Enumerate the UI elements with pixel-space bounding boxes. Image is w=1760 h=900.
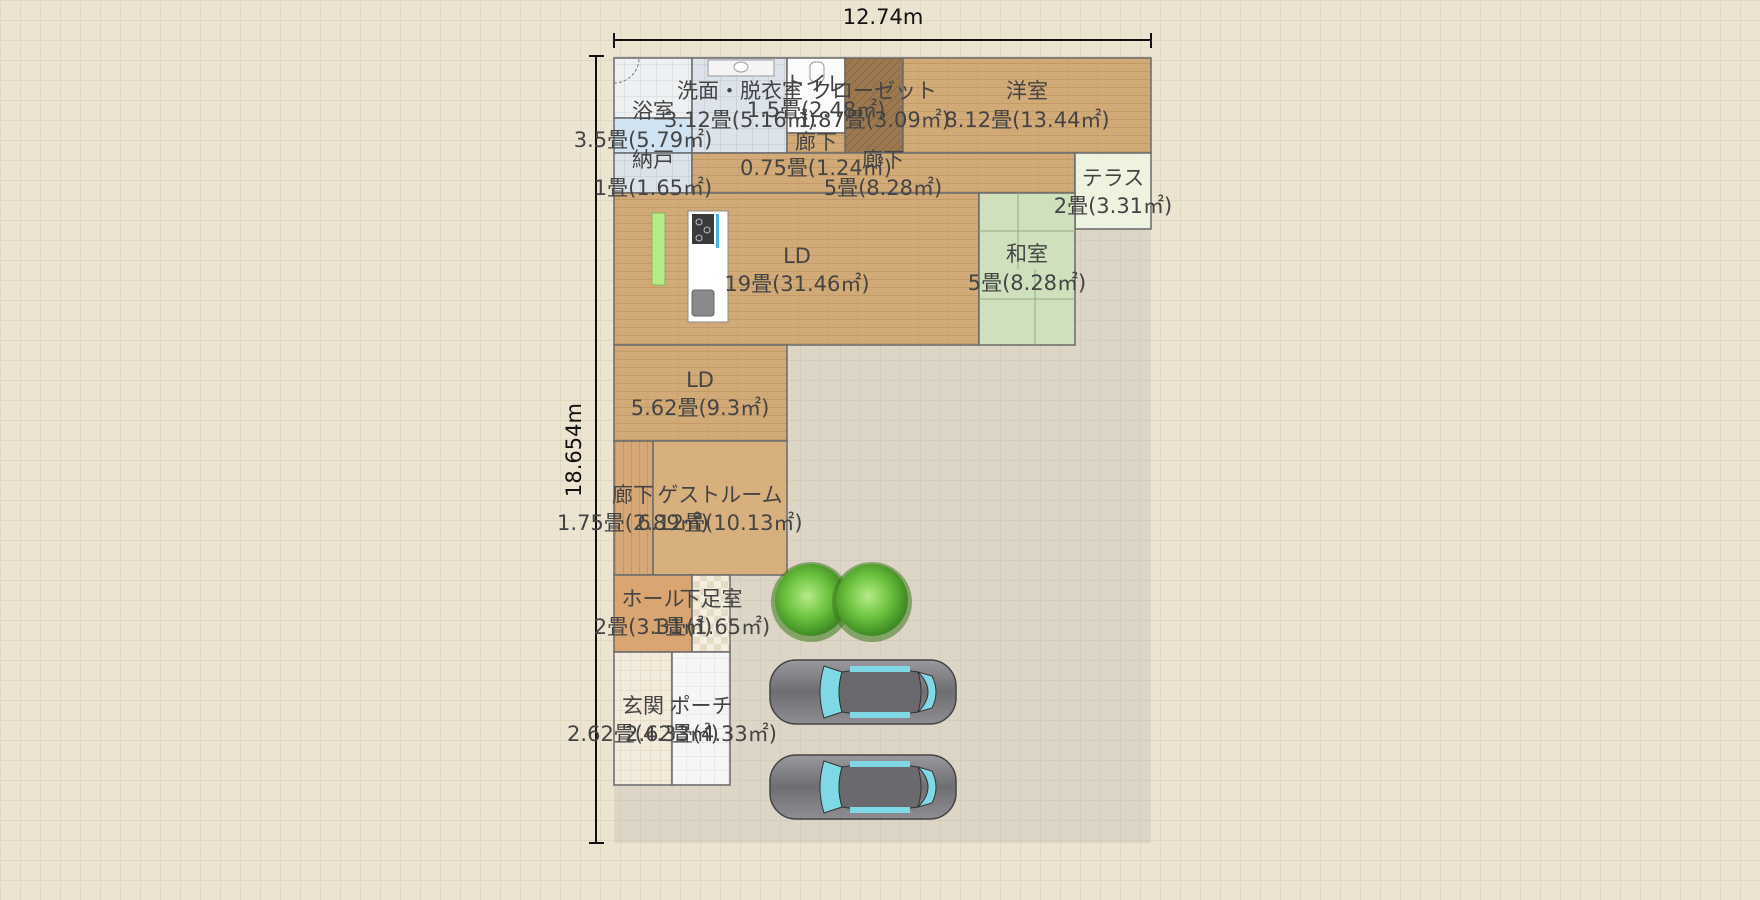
room-name: 下足室 — [680, 587, 743, 611]
room-name: 廊下 — [795, 130, 837, 154]
room-name: 和室 — [1006, 242, 1048, 266]
room-ld-main[interactable] — [613, 192, 980, 346]
room-ld-2[interactable] — [613, 344, 788, 442]
dining-bench-icon — [651, 212, 666, 286]
room-guest[interactable] — [652, 440, 788, 576]
room-area: 5畳(8.28㎡) — [968, 271, 1087, 295]
room-genkan[interactable] — [613, 651, 673, 786]
room-area: 1畳(1.65㎡) — [594, 176, 713, 200]
car-icon — [769, 659, 957, 725]
room-area: 8.12畳(13.44㎡) — [944, 108, 1109, 132]
room-porch[interactable] — [671, 651, 731, 786]
room-name: 廊下 — [612, 483, 654, 507]
room-name: ゲストルーム — [657, 483, 782, 507]
room-name: LD — [783, 244, 811, 268]
range-hood-icon — [716, 214, 719, 248]
room-area: 1畳(1.65㎡) — [652, 615, 771, 639]
room-name: テラス — [1082, 166, 1145, 190]
stove-icon — [692, 214, 714, 244]
sink-icon — [691, 289, 715, 317]
room-area: 5.62畳(9.3㎡) — [631, 396, 770, 420]
room-hall-2[interactable] — [613, 440, 654, 576]
width-label: 12.74m — [843, 5, 924, 29]
room-name: 洋室 — [1006, 79, 1048, 103]
room-area: 5畳(8.28㎡) — [824, 176, 943, 200]
height-label: 18.654m — [562, 403, 586, 497]
room-name: クローゼット — [811, 79, 937, 103]
floor-plan: 12.74m 18.654m 浴室 3.5畳(5.79㎡) 洗面・脱衣室 3.1… — [0, 0, 1760, 900]
room-area: 19畳(31.46㎡) — [724, 272, 869, 296]
room-name: 納戸 — [632, 148, 674, 172]
tree-icon — [832, 562, 912, 642]
room-area: 2.62畳(4.33㎡) — [625, 722, 777, 746]
room-name: ホール — [622, 587, 685, 611]
room-name: ポーチ — [670, 694, 733, 718]
room-western[interactable] — [902, 57, 1152, 154]
sink-bowl-icon — [733, 61, 749, 73]
room-name: LD — [686, 368, 714, 392]
room-name: 玄関 — [622, 694, 664, 718]
room-name: 廊下 — [862, 148, 904, 172]
room-area: 2畳(3.31㎡) — [1054, 194, 1173, 218]
car-icon — [769, 754, 957, 820]
room-area: 6.12畳(10.13㎡) — [637, 511, 802, 535]
room-area: 1.87畳(3.09㎡) — [798, 108, 950, 132]
